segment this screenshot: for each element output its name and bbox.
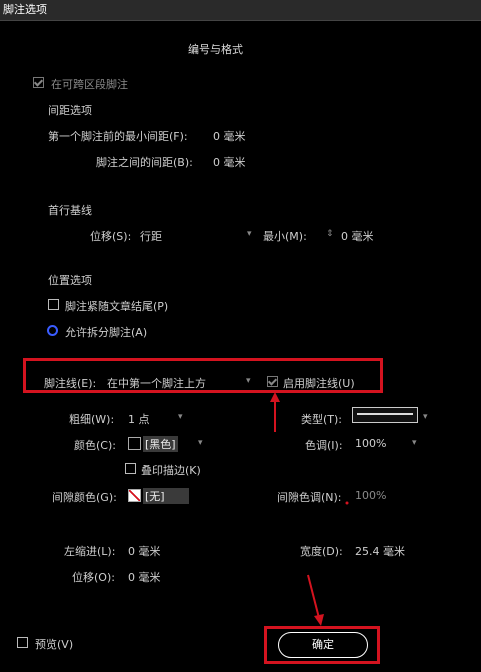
cursor-dot-icon <box>345 501 349 505</box>
arrow-down-head-icon <box>314 614 324 626</box>
annotation-arrows <box>270 392 349 626</box>
arrow-up-head-icon <box>270 392 280 402</box>
arrow-down-line <box>307 574 320 619</box>
